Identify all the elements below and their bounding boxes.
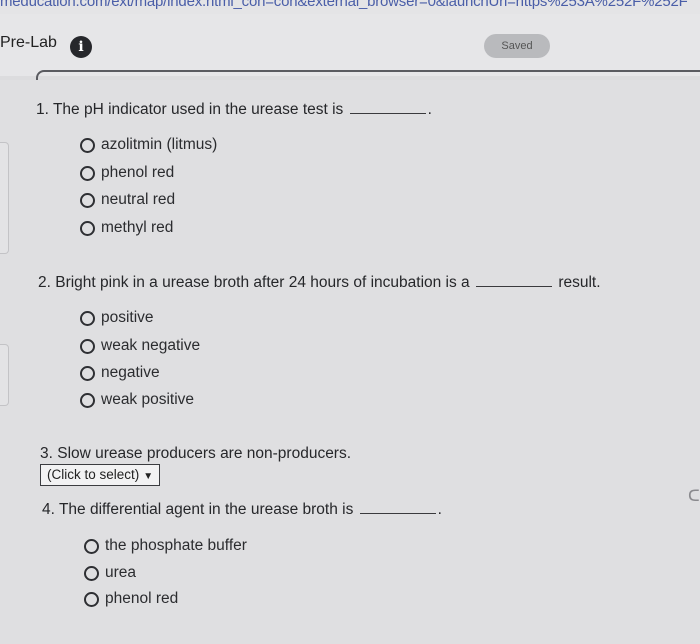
- radio-icon[interactable]: [80, 137, 95, 153]
- info-icon[interactable]: i: [70, 36, 92, 58]
- option-label: methyl red: [101, 219, 174, 236]
- option-label: the phosphate buffer: [105, 537, 247, 554]
- question-3-text: 3. Slow urease producers are non-produce…: [40, 445, 352, 462]
- question-2-text: 2. Bright pink in a urease broth after 2…: [38, 274, 470, 291]
- browser-url-bar[interactable]: meducation.com/ext/map/index.html_con=co…: [0, 0, 700, 14]
- radio-icon[interactable]: [80, 165, 95, 181]
- radio-icon[interactable]: [80, 220, 95, 236]
- saved-status-badge: Saved: [484, 34, 550, 58]
- q1-option-neutral-red[interactable]: neutral red: [80, 191, 175, 209]
- radio-icon[interactable]: [80, 338, 95, 354]
- radio-icon[interactable]: [84, 565, 99, 581]
- q2-option-weak-positive[interactable]: weak positive: [80, 391, 194, 409]
- option-label: azolitmin (litmus): [101, 136, 218, 153]
- question-panel: 1. The pH indicator used in the urease t…: [0, 80, 700, 644]
- answer-blank: [349, 112, 426, 114]
- option-label: negative: [101, 364, 160, 381]
- question-2: 2. Bright pink in a urease broth after 2…: [38, 274, 601, 292]
- left-divider: [0, 142, 9, 254]
- radio-icon[interactable]: [84, 591, 99, 607]
- radio-icon[interactable]: [80, 392, 95, 408]
- question-1-suffix: .: [427, 101, 432, 118]
- q1-option-methyl-red[interactable]: methyl red: [80, 219, 173, 237]
- q2-option-weak-negative[interactable]: weak negative: [80, 337, 200, 355]
- option-label: neutral red: [101, 191, 176, 208]
- question-4: 4. The differential agent in the urease …: [42, 501, 442, 519]
- answer-blank: [476, 285, 552, 287]
- chevron-down-icon: ▼: [143, 471, 154, 482]
- q4-option-phosphate-buffer[interactable]: the phosphate buffer: [84, 537, 247, 555]
- question-1: 1. The pH indicator used in the urease t…: [36, 101, 432, 119]
- section-title: Pre-Lab: [0, 34, 57, 51]
- q4-option-phenol-red[interactable]: phenol red: [84, 590, 178, 608]
- option-label: weak negative: [101, 337, 201, 354]
- question-4-text: 4. The differential agent in the urease …: [42, 501, 354, 518]
- radio-icon[interactable]: [80, 365, 95, 381]
- question-3: 3. Slow urease producers are non-produce…: [40, 445, 351, 463]
- q1-option-azolitmin[interactable]: azolitmin (litmus): [80, 136, 217, 154]
- left-divider: [0, 344, 9, 406]
- page-header: Pre-Lab i Saved: [0, 14, 700, 76]
- answer-blank: [359, 512, 436, 514]
- dropdown-value: (Click to select): [47, 467, 140, 482]
- radio-icon[interactable]: [80, 192, 95, 208]
- q2-option-positive[interactable]: positive: [80, 309, 154, 327]
- q1-option-phenol-red[interactable]: phenol red: [80, 164, 174, 182]
- url-text: meducation.com/ext/map/index.html_con=co…: [0, 0, 688, 10]
- q4-option-urea[interactable]: urea: [84, 564, 136, 582]
- side-scroll-icon[interactable]: ᑕ: [688, 486, 700, 506]
- radio-icon[interactable]: [80, 310, 95, 326]
- option-label: phenol red: [101, 164, 175, 181]
- radio-icon[interactable]: [84, 538, 99, 554]
- question-4-suffix: .: [437, 501, 442, 518]
- option-label: phenol red: [105, 590, 179, 607]
- question-1-text: 1. The pH indicator used in the urease t…: [36, 101, 344, 118]
- q3-dropdown[interactable]: (Click to select) ▼: [40, 464, 161, 486]
- option-label: urea: [105, 564, 137, 581]
- option-label: weak positive: [101, 391, 195, 408]
- option-label: positive: [101, 309, 154, 326]
- q2-option-negative[interactable]: negative: [80, 364, 160, 382]
- question-2-suffix: result.: [558, 274, 601, 291]
